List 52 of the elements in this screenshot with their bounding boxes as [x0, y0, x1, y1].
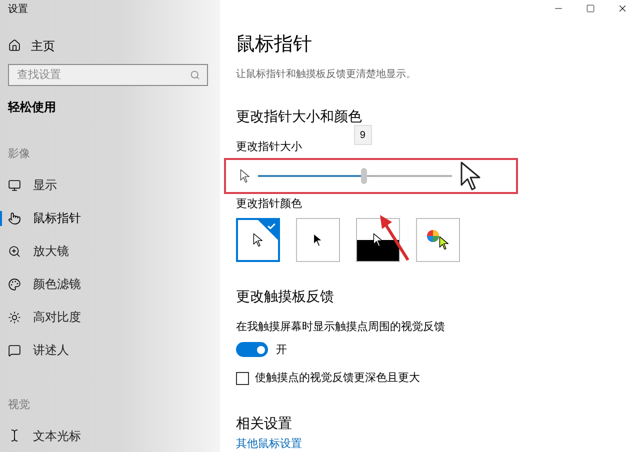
pointer-icon [253, 233, 263, 247]
large-pointer-icon [460, 160, 481, 190]
sidebar-item[interactable]: 高对比度 [0, 300, 85, 334]
annotation-arrow [378, 214, 412, 262]
small-pointer-icon [240, 168, 250, 182]
pointer-icon [373, 233, 383, 247]
search-field[interactable]: 查找设置 [8, 64, 208, 86]
pointer-color-option[interactable] [416, 218, 460, 262]
sidebar-item[interactable]: 文本光标 [0, 419, 85, 452]
home-icon [8, 39, 21, 52]
group-heading: 影像 [8, 147, 31, 162]
section-heading: 更改触摸板反馈 [236, 287, 335, 306]
home-nav-item[interactable]: 主页 [8, 36, 208, 55]
color-wheel-icon [427, 230, 440, 242]
monitor-icon [8, 178, 21, 192]
maximize-icon[interactable] [586, 4, 595, 13]
page-description: 让鼠标指针和触摸板反馈更清楚地显示。 [236, 68, 417, 82]
category-heading: 轻松使用 [8, 99, 57, 116]
checkbox[interactable] [236, 372, 249, 385]
sidebar-item[interactable]: 放大镜 [0, 234, 73, 268]
pointer-color-option[interactable] [356, 218, 400, 262]
pointer-icon [439, 236, 449, 250]
sidebar-item[interactable]: 显示 [0, 168, 61, 202]
toggle-label: 在我触摸屏幕时显示触摸点周围的视觉反馈 [236, 320, 446, 335]
speech-bubble-icon [8, 344, 21, 356]
palette-icon [8, 278, 21, 290]
slider-label: 更改指针大小 [236, 140, 302, 155]
sidebar-item[interactable]: 颜色滤镜 [0, 268, 85, 300]
sun-icon [8, 310, 21, 324]
sidebar-item[interactable]: 讲述人 [0, 334, 73, 366]
size-slider[interactable] [258, 168, 452, 182]
slider-thumb[interactable] [361, 168, 368, 184]
checkbox-label: 使触摸点的视觉反馈更深色且更大 [255, 370, 420, 386]
section-heading: 相关设置 [236, 414, 293, 432]
zoom-in-icon [8, 244, 21, 258]
pointer-color-option[interactable] [236, 218, 280, 262]
group-heading: 视觉 [8, 398, 31, 412]
window-title: 设置 [8, 2, 29, 17]
hand-pointer-icon [8, 212, 21, 224]
color-label: 更改指针颜色 [236, 196, 303, 212]
mouse-settings-link[interactable]: 其他鼠标设置 [236, 436, 640, 452]
pointer-color-option[interactable] [296, 218, 340, 262]
slider-tooltip: 9 [354, 125, 372, 145]
pointer-icon [313, 233, 323, 247]
page-title: 鼠标指针 [236, 33, 313, 57]
toggle-state: 开 [276, 342, 287, 358]
search-icon [190, 70, 200, 80]
toggle-switch[interactable] [236, 342, 268, 358]
sidebar-item[interactable]: 鼠标指针 [0, 202, 85, 234]
close-icon[interactable] [617, 3, 628, 14]
section-heading: 更改指针大小和颜色 [236, 107, 363, 126]
selected-check-icon [258, 220, 278, 240]
